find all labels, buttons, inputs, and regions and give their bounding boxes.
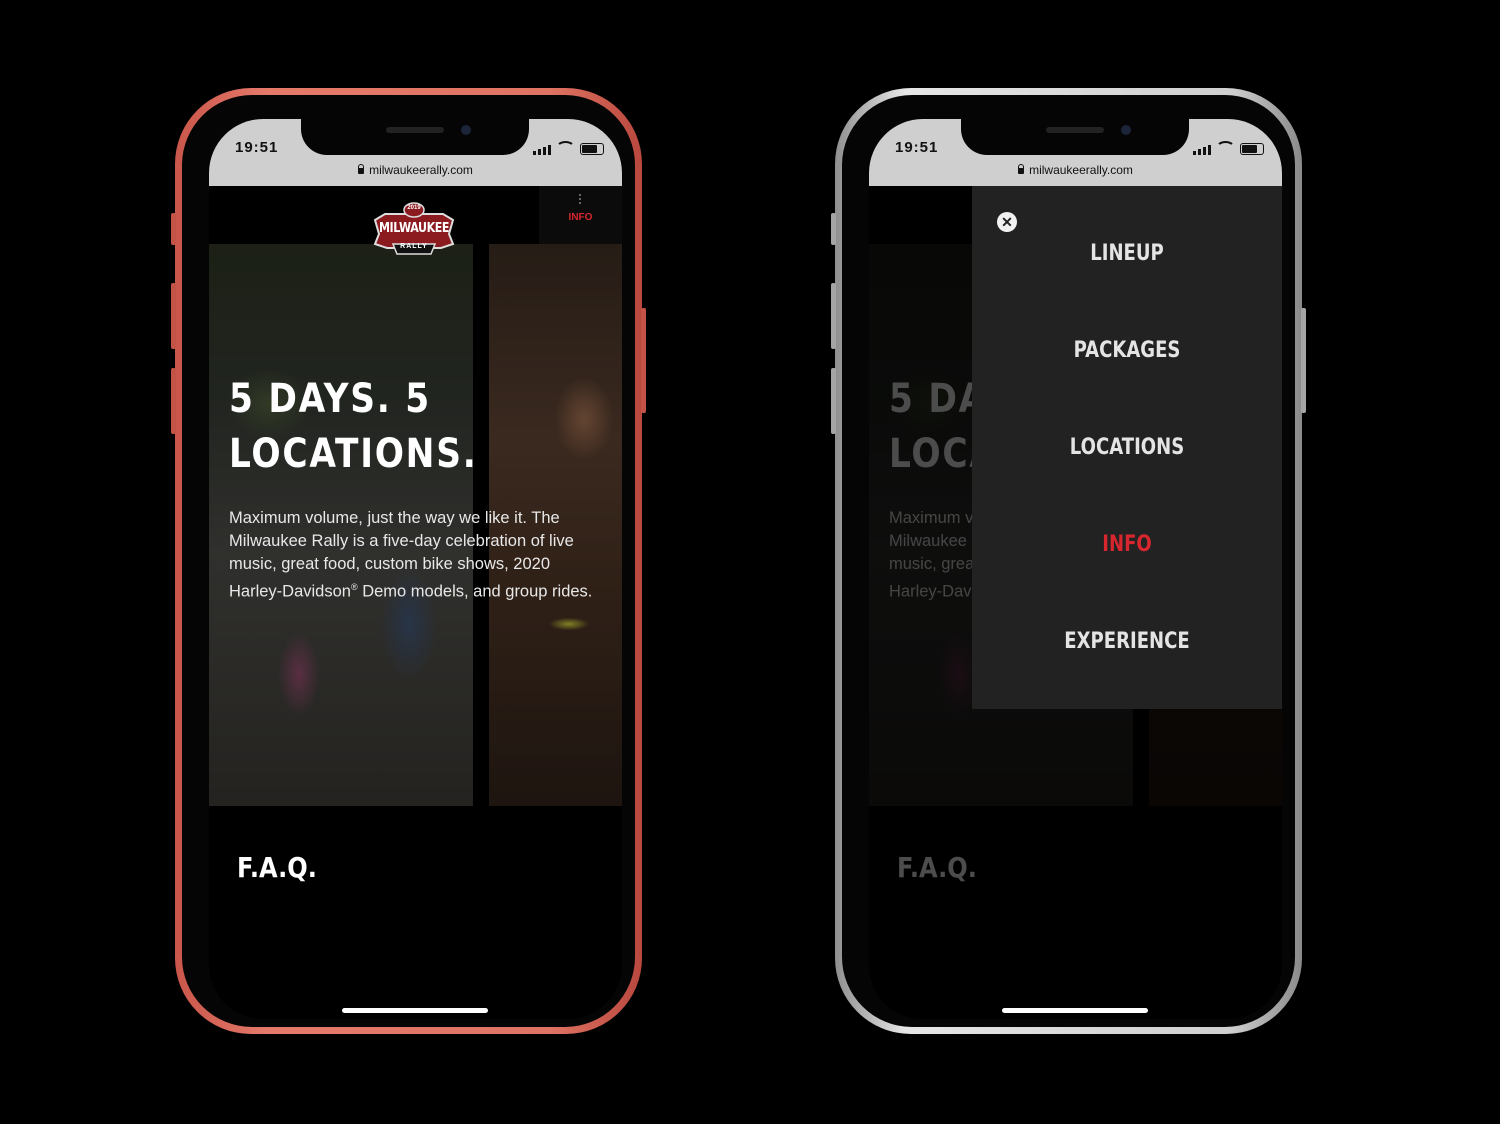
power-button: [641, 308, 646, 413]
hero-title-line1: 5 DAYS. 5: [229, 376, 431, 422]
camera: [461, 125, 471, 135]
notch: [961, 119, 1189, 155]
status-icons: [1193, 141, 1264, 155]
signal-icon: [533, 145, 551, 155]
battery-icon: [1240, 143, 1264, 155]
volume-down-button: [171, 368, 176, 434]
hero-title: 5 DAYS. 5 LOCATIONS.: [229, 372, 513, 482]
power-button: [1301, 308, 1306, 413]
logo-year: 2019: [407, 205, 421, 211]
menu-dots-icon: [579, 194, 583, 204]
status-time: 19:51: [235, 139, 279, 156]
lock-icon: [358, 164, 365, 174]
faq-heading: F.A.Q.: [237, 851, 317, 884]
mute-switch: [171, 213, 176, 245]
volume-up-button: [171, 283, 176, 349]
menu-item-locations[interactable]: LOCATIONS: [1000, 435, 1254, 460]
bezel: 19:51 milwaukeerally.com: [842, 95, 1295, 1027]
phone-left: 19:51 milwaukeerally.com 5 DAYS. 5 LOCAT…: [171, 88, 646, 1034]
browser-bar: 19:51 milwaukeerally.com: [209, 119, 622, 186]
menu-item-info[interactable]: INFO: [1000, 532, 1254, 557]
phone-right: 19:51 milwaukeerally.com ✕ LINEUP PACKAG…: [831, 88, 1306, 1034]
wifi-icon: [1216, 141, 1235, 155]
volume-down-button: [831, 368, 836, 434]
home-indicator[interactable]: [1002, 1008, 1148, 1013]
hero-title-line2: LOCATIONS.: [229, 431, 478, 477]
mute-switch: [831, 213, 836, 245]
close-icon[interactable]: ✕: [997, 212, 1017, 232]
signal-icon: [1193, 145, 1211, 155]
logo-subtitle: RALLY: [400, 243, 428, 250]
status-icons: [533, 141, 604, 155]
hero-section: 5 DAYS. 5 LOCATIONS. Maximum volume, jus…: [209, 244, 622, 806]
url-text: milwaukeerally.com: [369, 163, 473, 177]
hero-description: Maximum volume, just the way we like it.…: [229, 507, 599, 604]
home-indicator[interactable]: [342, 1008, 488, 1013]
menu-item-experience[interactable]: EXPERIENCE: [1000, 629, 1254, 654]
screen: 19:51 milwaukeerally.com: [209, 119, 622, 1019]
address-bar[interactable]: milwaukeerally.com: [869, 163, 1282, 177]
menu-item-lineup[interactable]: LINEUP: [1000, 241, 1254, 266]
web-page: 5 DAYS. 5 LOCATIONS. Maximum volume, jus…: [209, 186, 622, 1019]
speaker: [1046, 127, 1104, 133]
menu-toggle-label: INFO: [568, 212, 593, 223]
menu-item-packages[interactable]: PACKAGES: [1000, 338, 1254, 363]
bezel: 19:51 milwaukeerally.com: [182, 95, 635, 1027]
lock-icon: [1018, 164, 1025, 174]
camera: [1121, 125, 1131, 135]
web-page: 5 DAYS. 5 LOCATIONS. Maximum volume, jus…: [869, 186, 1282, 1019]
screen: 19:51 milwaukeerally.com: [869, 119, 1282, 1019]
registered-mark: ®: [350, 582, 358, 592]
volume-up-button: [831, 283, 836, 349]
logo-text: 2019 MILWAUKEE RALLY: [371, 200, 457, 260]
battery-icon: [580, 143, 604, 155]
menu-toggle[interactable]: INFO: [539, 186, 622, 244]
hero-body-text-2: Demo models, and group rides.: [357, 582, 593, 601]
status-time: 19:51: [895, 139, 939, 156]
logo-wordmark: MILWAUKEE: [378, 221, 449, 236]
browser-bar: 19:51 milwaukeerally.com: [869, 119, 1282, 186]
address-bar[interactable]: milwaukeerally.com: [209, 163, 622, 177]
nav-menu-panel: ✕ LINEUP PACKAGES LOCATIONS INFO EXPERIE…: [972, 186, 1282, 709]
notch: [301, 119, 529, 155]
wifi-icon: [556, 141, 575, 155]
url-text: milwaukeerally.com: [1029, 163, 1133, 177]
speaker: [386, 127, 444, 133]
